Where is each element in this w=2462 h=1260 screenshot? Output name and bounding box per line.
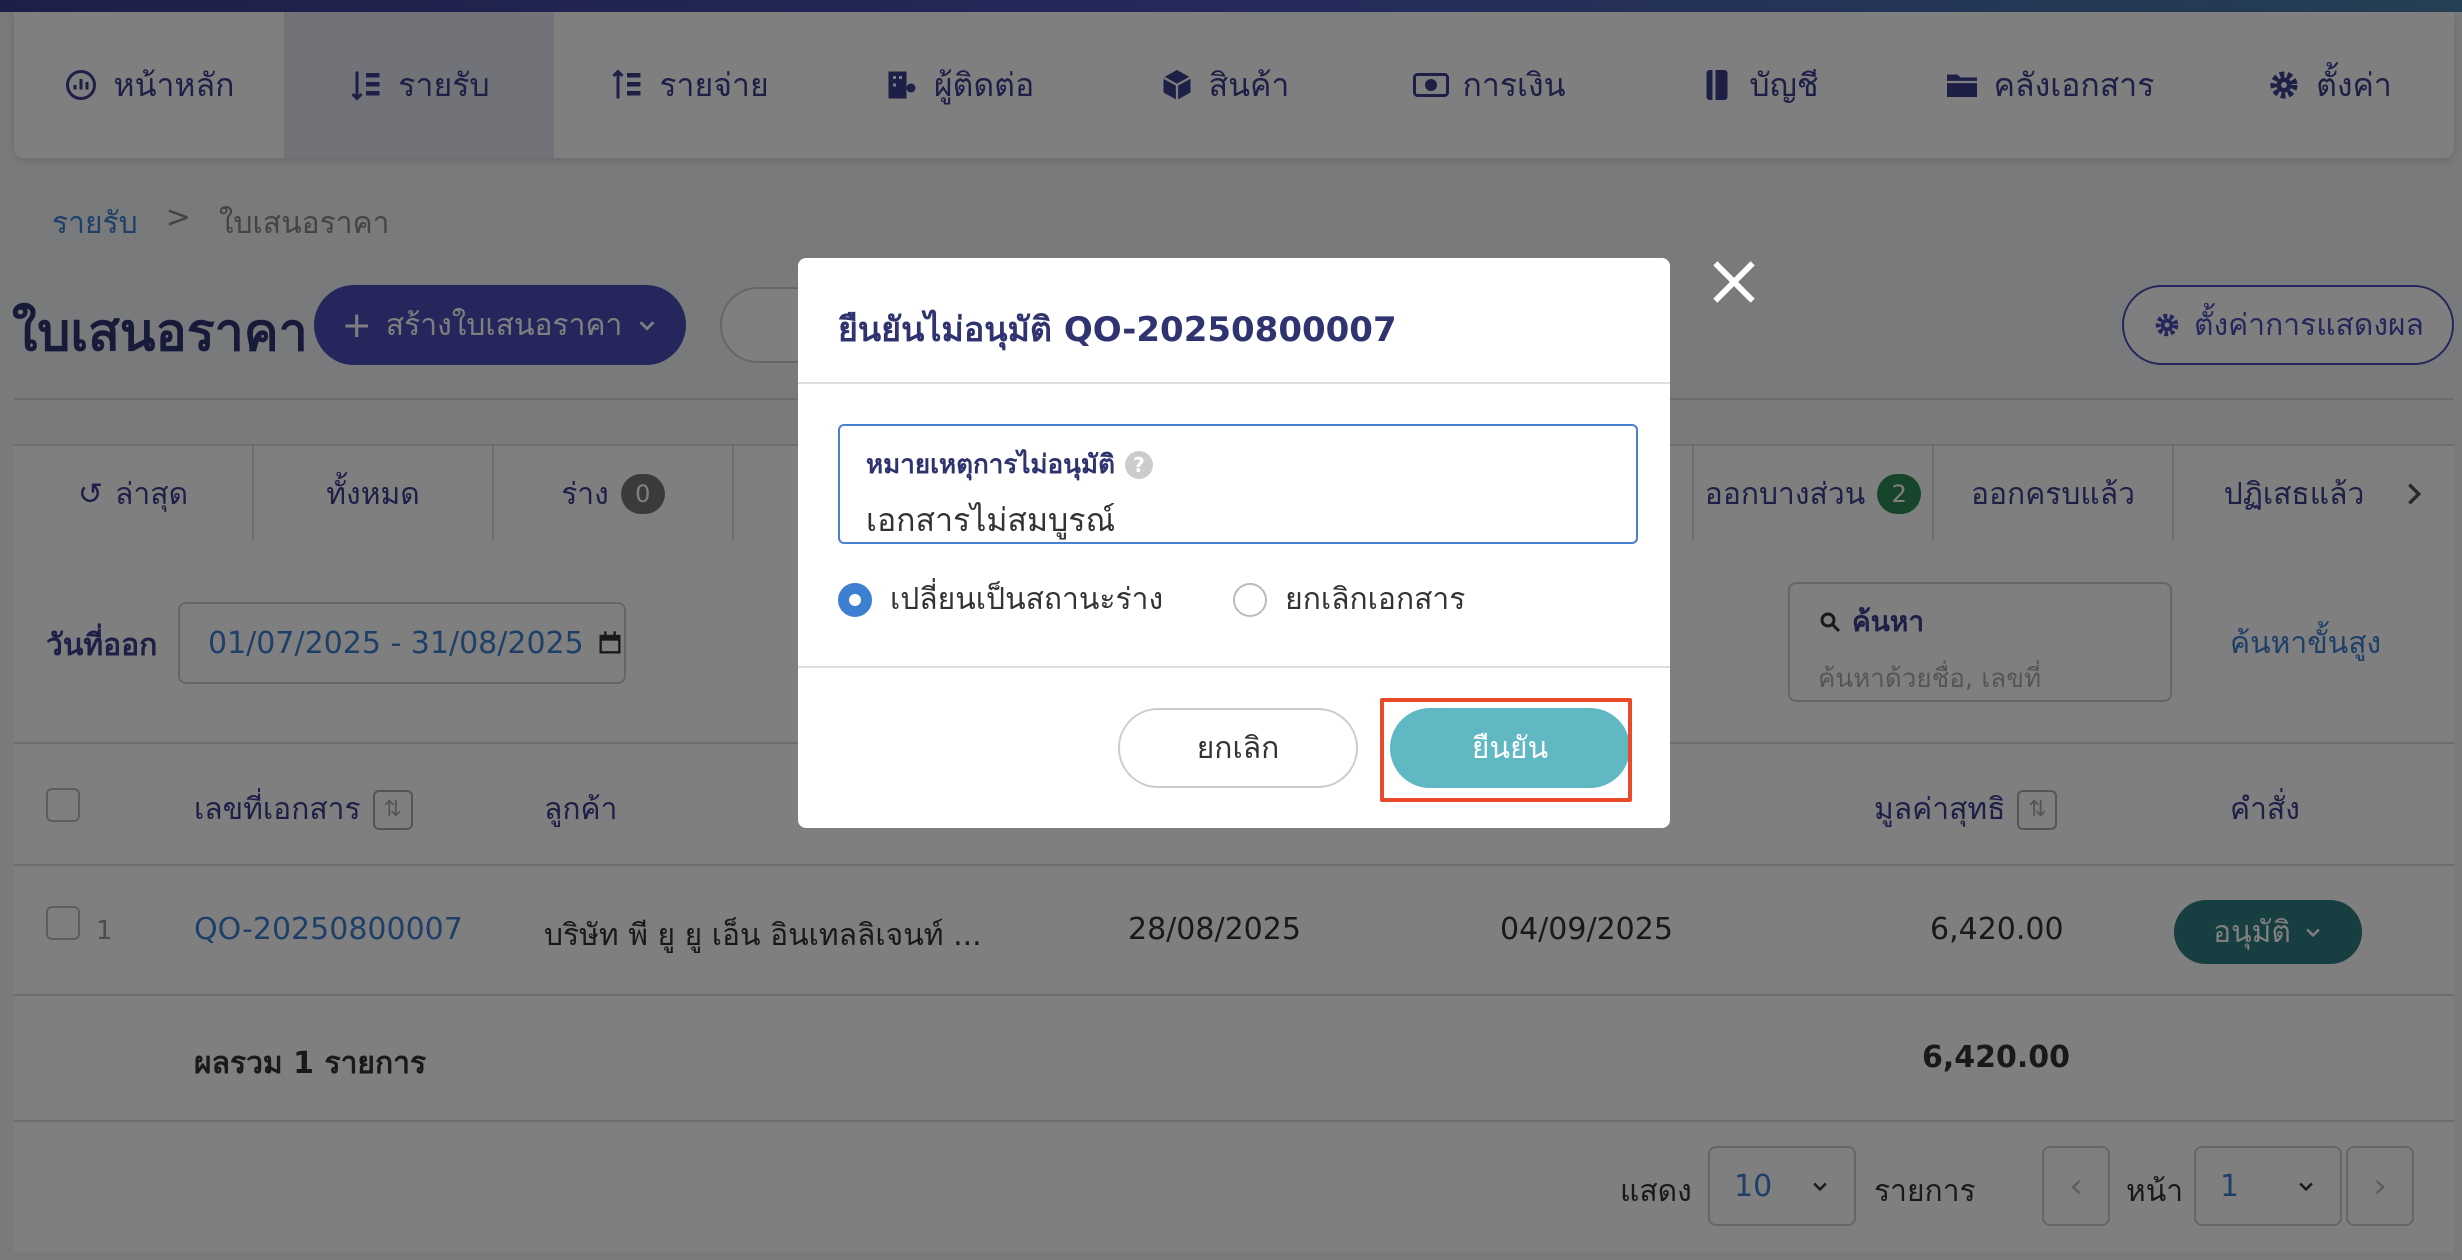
option-label: เปลี่ยนเป็นสถานะร่าง <box>890 582 1164 617</box>
reason-label: หมายเหตุการไม่อนุมัติ <box>866 450 1115 480</box>
reject-reason-input[interactable]: หมายเหตุการไม่อนุมัติ ? เอกสารไม่สมบูรณ์ <box>838 424 1638 544</box>
option-label: ยกเลิกเอกสาร <box>1285 582 1466 617</box>
radio-selected[interactable] <box>838 582 872 617</box>
divider <box>798 666 1670 668</box>
divider <box>798 382 1670 384</box>
reason-value: เอกสารไม่สมบูรณ์ <box>866 501 1116 539</box>
reject-confirm-dialog: ยืนยันไม่อนุมัติ QO-20250800007 หมายเหตุ… <box>798 258 1670 828</box>
radio-unselected[interactable] <box>1233 582 1268 617</box>
confirm-highlight-box <box>1380 698 1632 802</box>
cancel-button[interactable]: ยกเลิก <box>1118 708 1358 788</box>
option-change-to-draft[interactable]: เปลี่ยนเป็นสถานะร่าง <box>838 576 1163 623</box>
close-icon[interactable] <box>1706 254 1762 310</box>
dialog-title: ยืนยันไม่อนุมัติ QO-20250800007 <box>838 310 1397 350</box>
help-icon[interactable]: ? <box>1124 450 1153 479</box>
option-cancel-document[interactable]: ยกเลิกเอกสาร <box>1233 576 1465 623</box>
reject-option-group: เปลี่ยนเป็นสถานะร่าง ยกเลิกเอกสาร <box>838 576 1465 623</box>
